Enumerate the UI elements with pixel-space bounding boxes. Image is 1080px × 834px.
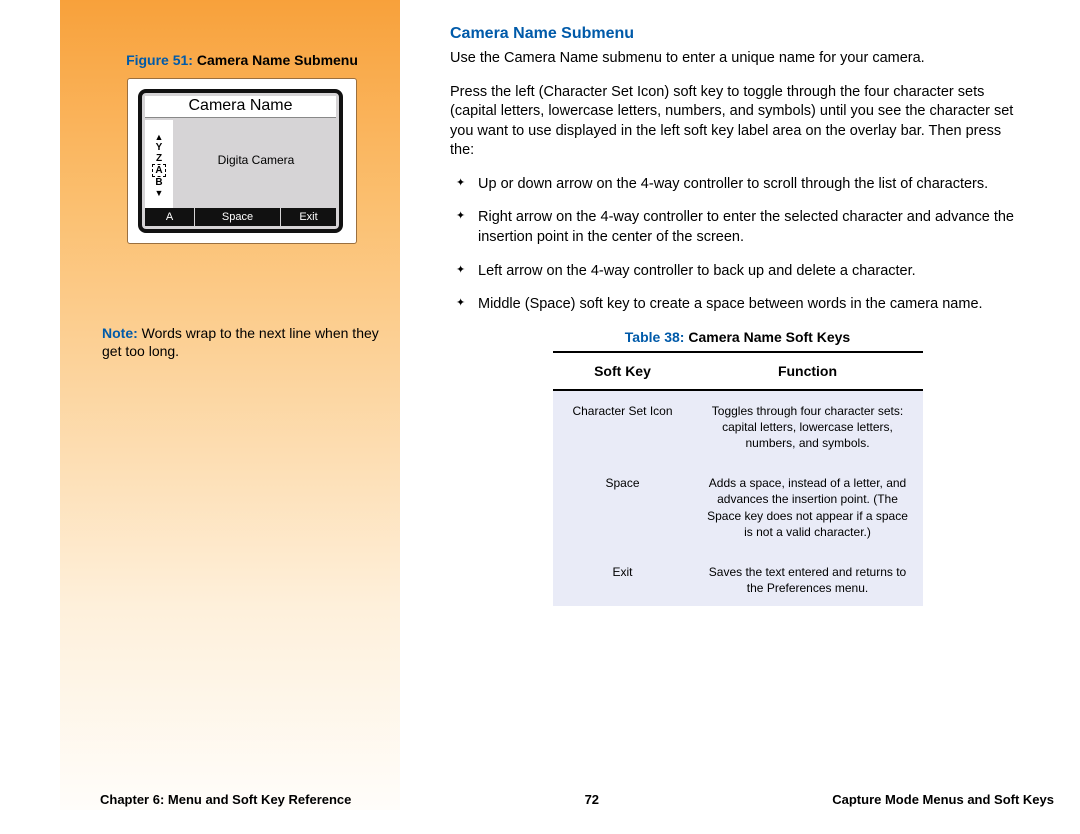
- scroll-char-selected: A: [152, 164, 165, 177]
- table-cell: Toggles through four character sets: cap…: [693, 390, 923, 466]
- page-footer: Chapter 6: Menu and Soft Key Reference 7…: [60, 792, 1060, 807]
- camera-name-text: Digita Camera: [173, 118, 339, 210]
- softkeys-table: Soft Key Function Character Set Icon Tog…: [553, 351, 923, 607]
- list-item: Right arrow on the 4-way controller to e…: [478, 208, 1025, 247]
- table-label: Table 38:: [625, 329, 685, 345]
- main-content: Camera Name Submenu Use the Camera Name …: [450, 25, 1025, 606]
- note-text: Words wrap to the next line when they ge…: [102, 325, 379, 359]
- char-scroll-column: ▲ Y Z A B ▼: [145, 120, 173, 210]
- softkey-bar: A Space Exit: [145, 208, 336, 226]
- table-cell: Exit: [553, 554, 693, 606]
- footer-chapter: Chapter 6: Menu and Soft Key Reference: [100, 792, 351, 807]
- figure-label: Figure 51:: [126, 52, 193, 68]
- table-cell: Space: [553, 465, 693, 554]
- paragraph: Use the Camera Name submenu to enter a u…: [450, 49, 1025, 69]
- table-header: Soft Key: [553, 352, 693, 390]
- softkey-middle: Space: [195, 208, 281, 226]
- softkey-left: A: [145, 208, 195, 226]
- table-title: Camera Name Soft Keys: [684, 329, 850, 345]
- sidebar: Figure 51: Camera Name Submenu Camera Na…: [60, 0, 400, 810]
- scroll-char: Z: [156, 153, 162, 164]
- camera-screenshot: Camera Name ▲ Y Z A B ▼ Digita Camera A …: [127, 78, 357, 244]
- scroll-char: Y: [156, 142, 163, 153]
- camera-screen: Camera Name ▲ Y Z A B ▼ Digita Camera A …: [138, 89, 343, 233]
- bullet-list: Up or down arrow on the 4-way controller…: [450, 175, 1025, 315]
- table-row: Space Adds a space, instead of a letter,…: [553, 465, 923, 554]
- table-cell: Saves the text entered and returns to th…: [693, 554, 923, 606]
- table-caption: Table 38: Camera Name Soft Keys: [450, 329, 1025, 345]
- note: Note: Words wrap to the next line when t…: [102, 324, 382, 360]
- note-label: Note:: [102, 325, 138, 341]
- arrow-up-icon: ▲: [155, 132, 164, 142]
- table-row: Character Set Icon Toggles through four …: [553, 390, 923, 466]
- paragraph: Press the left (Character Set Icon) soft…: [450, 83, 1025, 161]
- table-cell: Character Set Icon: [553, 390, 693, 466]
- figure-title: Camera Name Submenu: [193, 52, 358, 68]
- page-number: 72: [351, 792, 832, 807]
- table-header: Function: [693, 352, 923, 390]
- list-item: Up or down arrow on the 4-way controller…: [478, 175, 1025, 195]
- softkey-right: Exit: [281, 208, 336, 226]
- table-row: Exit Saves the text entered and returns …: [553, 554, 923, 606]
- table-cell: Adds a space, instead of a letter, and a…: [693, 465, 923, 554]
- scroll-char: B: [155, 177, 162, 188]
- figure-caption: Figure 51: Camera Name Submenu: [102, 52, 382, 68]
- arrow-down-icon: ▼: [155, 188, 164, 198]
- section-heading: Camera Name Submenu: [450, 25, 1025, 43]
- list-item: Middle (Space) soft key to create a spac…: [478, 295, 1025, 315]
- camera-title: Camera Name: [145, 96, 336, 118]
- list-item: Left arrow on the 4-way controller to ba…: [478, 262, 1025, 282]
- footer-section: Capture Mode Menus and Soft Keys: [832, 792, 1054, 807]
